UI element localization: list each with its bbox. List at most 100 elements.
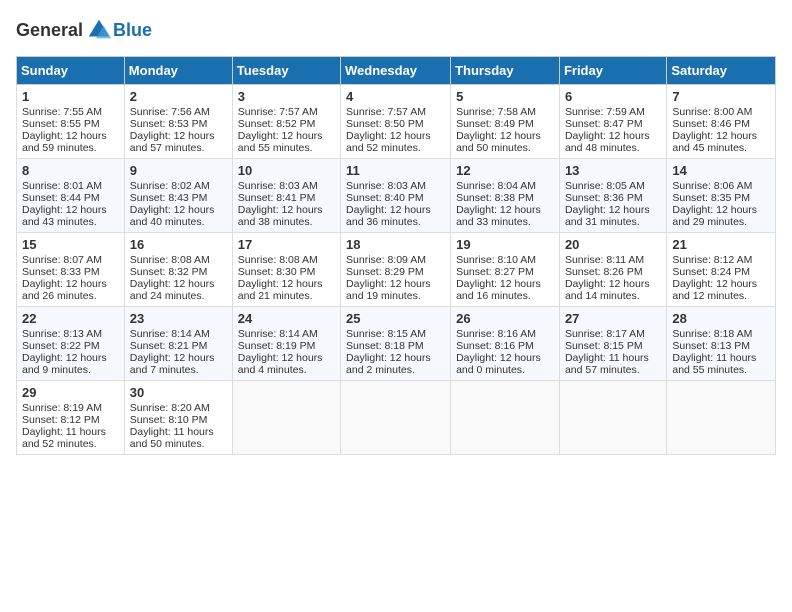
calendar-cell: 26 Sunrise: 8:16 AM Sunset: 8:16 PM Dayl…	[451, 307, 560, 381]
calendar-cell: 4 Sunrise: 7:57 AM Sunset: 8:50 PM Dayli…	[341, 85, 451, 159]
day-number: 2	[130, 89, 227, 104]
sunset-label: Sunset: 8:26 PM	[565, 266, 643, 278]
day-header-wednesday: Wednesday	[341, 57, 451, 85]
sunset-label: Sunset: 8:33 PM	[22, 266, 100, 278]
sunrise-label: Sunrise: 7:55 AM	[22, 106, 102, 118]
sunset-label: Sunset: 8:55 PM	[22, 118, 100, 130]
sunrise-label: Sunrise: 7:58 AM	[456, 106, 536, 118]
sunset-label: Sunset: 8:43 PM	[130, 192, 208, 204]
day-header-friday: Friday	[559, 57, 666, 85]
calendar-cell: 29 Sunrise: 8:19 AM Sunset: 8:12 PM Dayl…	[17, 381, 125, 455]
daylight-label: Daylight: 12 hours and 55 minutes.	[238, 130, 323, 154]
day-number: 27	[565, 311, 661, 326]
daylight-label: Daylight: 12 hours and 50 minutes.	[456, 130, 541, 154]
logo-icon	[85, 16, 113, 44]
daylight-label: Daylight: 11 hours and 52 minutes.	[22, 426, 106, 450]
daylight-label: Daylight: 12 hours and 9 minutes.	[22, 352, 107, 376]
sunrise-label: Sunrise: 7:57 AM	[238, 106, 318, 118]
sunrise-label: Sunrise: 8:01 AM	[22, 180, 102, 192]
day-number: 26	[456, 311, 554, 326]
sunrise-label: Sunrise: 8:07 AM	[22, 254, 102, 266]
daylight-label: Daylight: 12 hours and 2 minutes.	[346, 352, 431, 376]
sunset-label: Sunset: 8:44 PM	[22, 192, 100, 204]
day-number: 10	[238, 163, 335, 178]
calendar-week-2: 8 Sunrise: 8:01 AM Sunset: 8:44 PM Dayli…	[17, 159, 776, 233]
calendar-cell: 2 Sunrise: 7:56 AM Sunset: 8:53 PM Dayli…	[124, 85, 232, 159]
day-number: 23	[130, 311, 227, 326]
day-number: 29	[22, 385, 119, 400]
sunrise-label: Sunrise: 8:02 AM	[130, 180, 210, 192]
calendar-cell: 20 Sunrise: 8:11 AM Sunset: 8:26 PM Dayl…	[559, 233, 666, 307]
daylight-label: Daylight: 12 hours and 16 minutes.	[456, 278, 541, 302]
sunset-label: Sunset: 8:29 PM	[346, 266, 424, 278]
daylight-label: Daylight: 12 hours and 52 minutes.	[346, 130, 431, 154]
day-number: 19	[456, 237, 554, 252]
day-number: 6	[565, 89, 661, 104]
day-header-saturday: Saturday	[667, 57, 776, 85]
sunrise-label: Sunrise: 8:18 AM	[672, 328, 752, 340]
calendar-cell: 15 Sunrise: 8:07 AM Sunset: 8:33 PM Dayl…	[17, 233, 125, 307]
sunset-label: Sunset: 8:15 PM	[565, 340, 643, 352]
sunrise-label: Sunrise: 8:03 AM	[346, 180, 426, 192]
sunrise-label: Sunrise: 8:09 AM	[346, 254, 426, 266]
day-number: 14	[672, 163, 770, 178]
sunrise-label: Sunrise: 8:15 AM	[346, 328, 426, 340]
calendar-cell: 13 Sunrise: 8:05 AM Sunset: 8:36 PM Dayl…	[559, 159, 666, 233]
calendar-cell	[341, 381, 451, 455]
sunset-label: Sunset: 8:18 PM	[346, 340, 424, 352]
day-number: 13	[565, 163, 661, 178]
daylight-label: Daylight: 11 hours and 57 minutes.	[565, 352, 649, 376]
sunrise-label: Sunrise: 8:11 AM	[565, 254, 644, 266]
daylight-label: Daylight: 11 hours and 55 minutes.	[672, 352, 756, 376]
sunset-label: Sunset: 8:36 PM	[565, 192, 643, 204]
calendar-week-5: 29 Sunrise: 8:19 AM Sunset: 8:12 PM Dayl…	[17, 381, 776, 455]
sunset-label: Sunset: 8:19 PM	[238, 340, 316, 352]
sunset-label: Sunset: 8:32 PM	[130, 266, 208, 278]
day-number: 9	[130, 163, 227, 178]
daylight-label: Daylight: 12 hours and 4 minutes.	[238, 352, 323, 376]
calendar-cell	[232, 381, 340, 455]
calendar-cell: 11 Sunrise: 8:03 AM Sunset: 8:40 PM Dayl…	[341, 159, 451, 233]
sunset-label: Sunset: 8:40 PM	[346, 192, 424, 204]
daylight-label: Daylight: 12 hours and 40 minutes.	[130, 204, 215, 228]
sunrise-label: Sunrise: 8:19 AM	[22, 402, 102, 414]
calendar-cell: 9 Sunrise: 8:02 AM Sunset: 8:43 PM Dayli…	[124, 159, 232, 233]
daylight-label: Daylight: 12 hours and 26 minutes.	[22, 278, 107, 302]
calendar-cell: 22 Sunrise: 8:13 AM Sunset: 8:22 PM Dayl…	[17, 307, 125, 381]
daylight-label: Daylight: 12 hours and 33 minutes.	[456, 204, 541, 228]
calendar-cell: 18 Sunrise: 8:09 AM Sunset: 8:29 PM Dayl…	[341, 233, 451, 307]
calendar-week-1: 1 Sunrise: 7:55 AM Sunset: 8:55 PM Dayli…	[17, 85, 776, 159]
sunset-label: Sunset: 8:53 PM	[130, 118, 208, 130]
daylight-label: Daylight: 11 hours and 50 minutes.	[130, 426, 214, 450]
day-header-tuesday: Tuesday	[232, 57, 340, 85]
sunrise-label: Sunrise: 8:08 AM	[238, 254, 318, 266]
calendar-cell: 27 Sunrise: 8:17 AM Sunset: 8:15 PM Dayl…	[559, 307, 666, 381]
day-number: 16	[130, 237, 227, 252]
sunset-label: Sunset: 8:46 PM	[672, 118, 750, 130]
daylight-label: Daylight: 12 hours and 57 minutes.	[130, 130, 215, 154]
sunset-label: Sunset: 8:12 PM	[22, 414, 100, 426]
sunrise-label: Sunrise: 8:12 AM	[672, 254, 752, 266]
day-header-monday: Monday	[124, 57, 232, 85]
sunset-label: Sunset: 8:47 PM	[565, 118, 643, 130]
sunrise-label: Sunrise: 7:56 AM	[130, 106, 210, 118]
calendar-cell: 10 Sunrise: 8:03 AM Sunset: 8:41 PM Dayl…	[232, 159, 340, 233]
daylight-label: Daylight: 12 hours and 48 minutes.	[565, 130, 650, 154]
page-header: General Blue	[16, 16, 776, 44]
day-number: 30	[130, 385, 227, 400]
day-number: 25	[346, 311, 445, 326]
calendar-cell: 23 Sunrise: 8:14 AM Sunset: 8:21 PM Dayl…	[124, 307, 232, 381]
calendar-cell: 19 Sunrise: 8:10 AM Sunset: 8:27 PM Dayl…	[451, 233, 560, 307]
calendar-cell: 3 Sunrise: 7:57 AM Sunset: 8:52 PM Dayli…	[232, 85, 340, 159]
logo-blue-text: Blue	[113, 20, 152, 41]
calendar-cell: 7 Sunrise: 8:00 AM Sunset: 8:46 PM Dayli…	[667, 85, 776, 159]
sunset-label: Sunset: 8:21 PM	[130, 340, 208, 352]
calendar-cell: 14 Sunrise: 8:06 AM Sunset: 8:35 PM Dayl…	[667, 159, 776, 233]
day-number: 20	[565, 237, 661, 252]
daylight-label: Daylight: 12 hours and 12 minutes.	[672, 278, 757, 302]
calendar-cell: 30 Sunrise: 8:20 AM Sunset: 8:10 PM Dayl…	[124, 381, 232, 455]
calendar-cell: 1 Sunrise: 7:55 AM Sunset: 8:55 PM Dayli…	[17, 85, 125, 159]
day-number: 17	[238, 237, 335, 252]
day-number: 24	[238, 311, 335, 326]
sunrise-label: Sunrise: 8:03 AM	[238, 180, 318, 192]
